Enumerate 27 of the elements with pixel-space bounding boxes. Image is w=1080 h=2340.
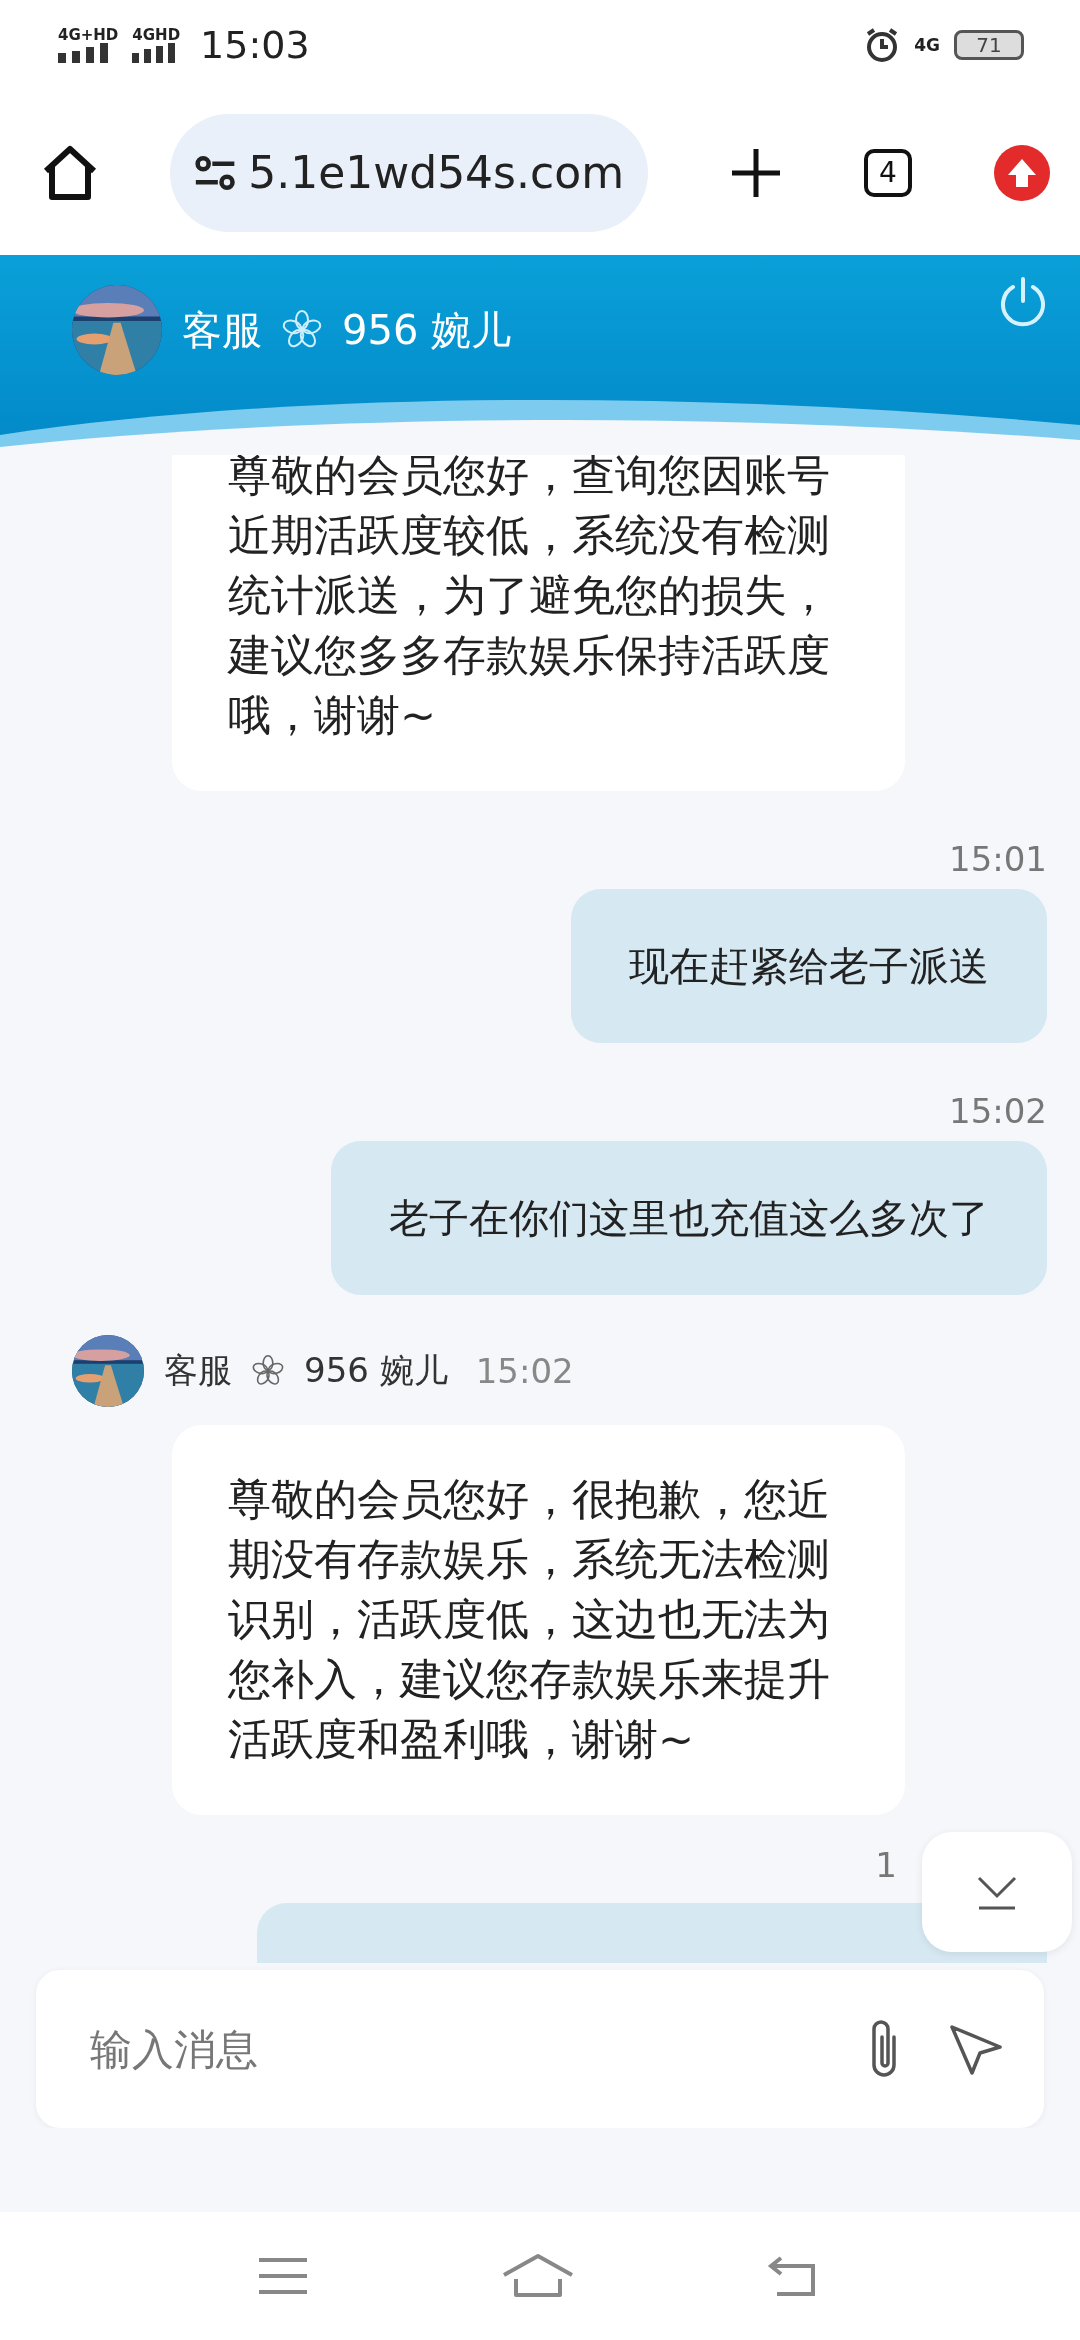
clock-time: 15:03 [200, 23, 310, 67]
new-tab-button[interactable] [730, 146, 782, 199]
message-bubble: 现在赶紧给老子派送 [571, 889, 1047, 1043]
flower-icon [252, 1355, 284, 1387]
message-time: 1 [875, 1845, 897, 1885]
network-label: 4G [914, 35, 940, 55]
agent-name: 客服 [182, 305, 262, 355]
home-icon[interactable] [502, 2253, 574, 2299]
agent-name: 956 婉儿 [342, 305, 512, 355]
message-bubble: 老子在你们这里也充值这么多次了 [331, 1141, 1047, 1295]
message-time: 15:02 [949, 1091, 1047, 1131]
message-input[interactable]: 输入消息 [88, 2023, 820, 2075]
message-bubble: 尊敬的会员您好，很抱歉，您近期没有存款娱乐，系统无法检测识别，活跃度低，这边也无法为您补入，建议您存款娱乐来提升活跃度和盈利哦，谢谢~ [172, 1425, 905, 1815]
battery-level: 71 [954, 30, 1024, 60]
address-bar[interactable]: 5.1e1wd54s.com [170, 113, 648, 232]
url-text: 5.1e1wd54s.com [248, 147, 624, 198]
message-time: 15:02 [475, 1351, 574, 1391]
sender-name: 956 婉儿 [304, 1349, 448, 1392]
upload-button[interactable] [994, 144, 1050, 201]
flower-icon [282, 310, 322, 350]
sender-name: 客服 [164, 1349, 232, 1392]
signal-icon [132, 43, 177, 63]
tab-count-button[interactable]: 4 [864, 148, 912, 197]
network-label: 4GHD [132, 27, 181, 43]
menu-icon[interactable] [256, 2256, 309, 2296]
message-time: 15:01 [949, 839, 1047, 879]
network-label: 4G+HD [58, 27, 119, 43]
